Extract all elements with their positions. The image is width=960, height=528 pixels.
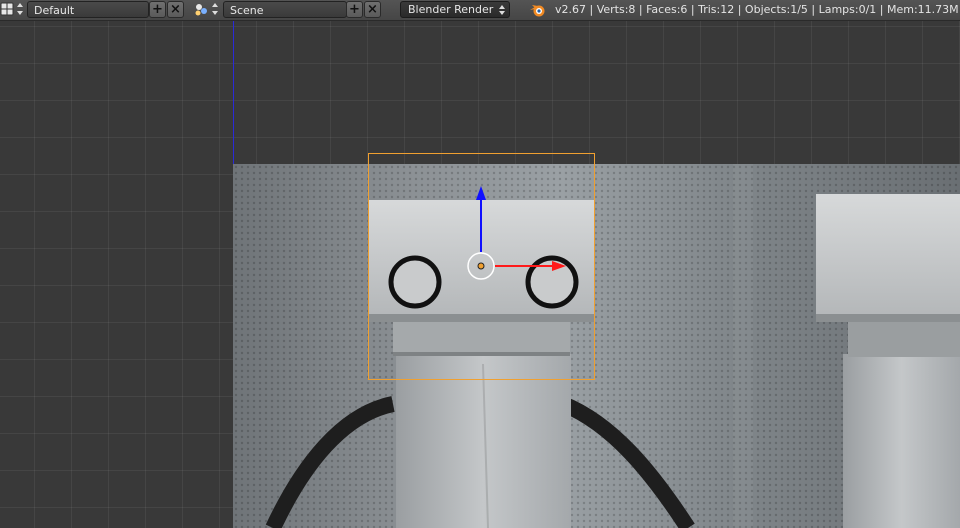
x-axis-arrow-icon[interactable]: [552, 261, 566, 271]
transform-manipulator[interactable]: [0, 0, 960, 528]
object-origin-icon: [477, 262, 485, 270]
z-axis-arrow-icon[interactable]: [476, 186, 486, 200]
